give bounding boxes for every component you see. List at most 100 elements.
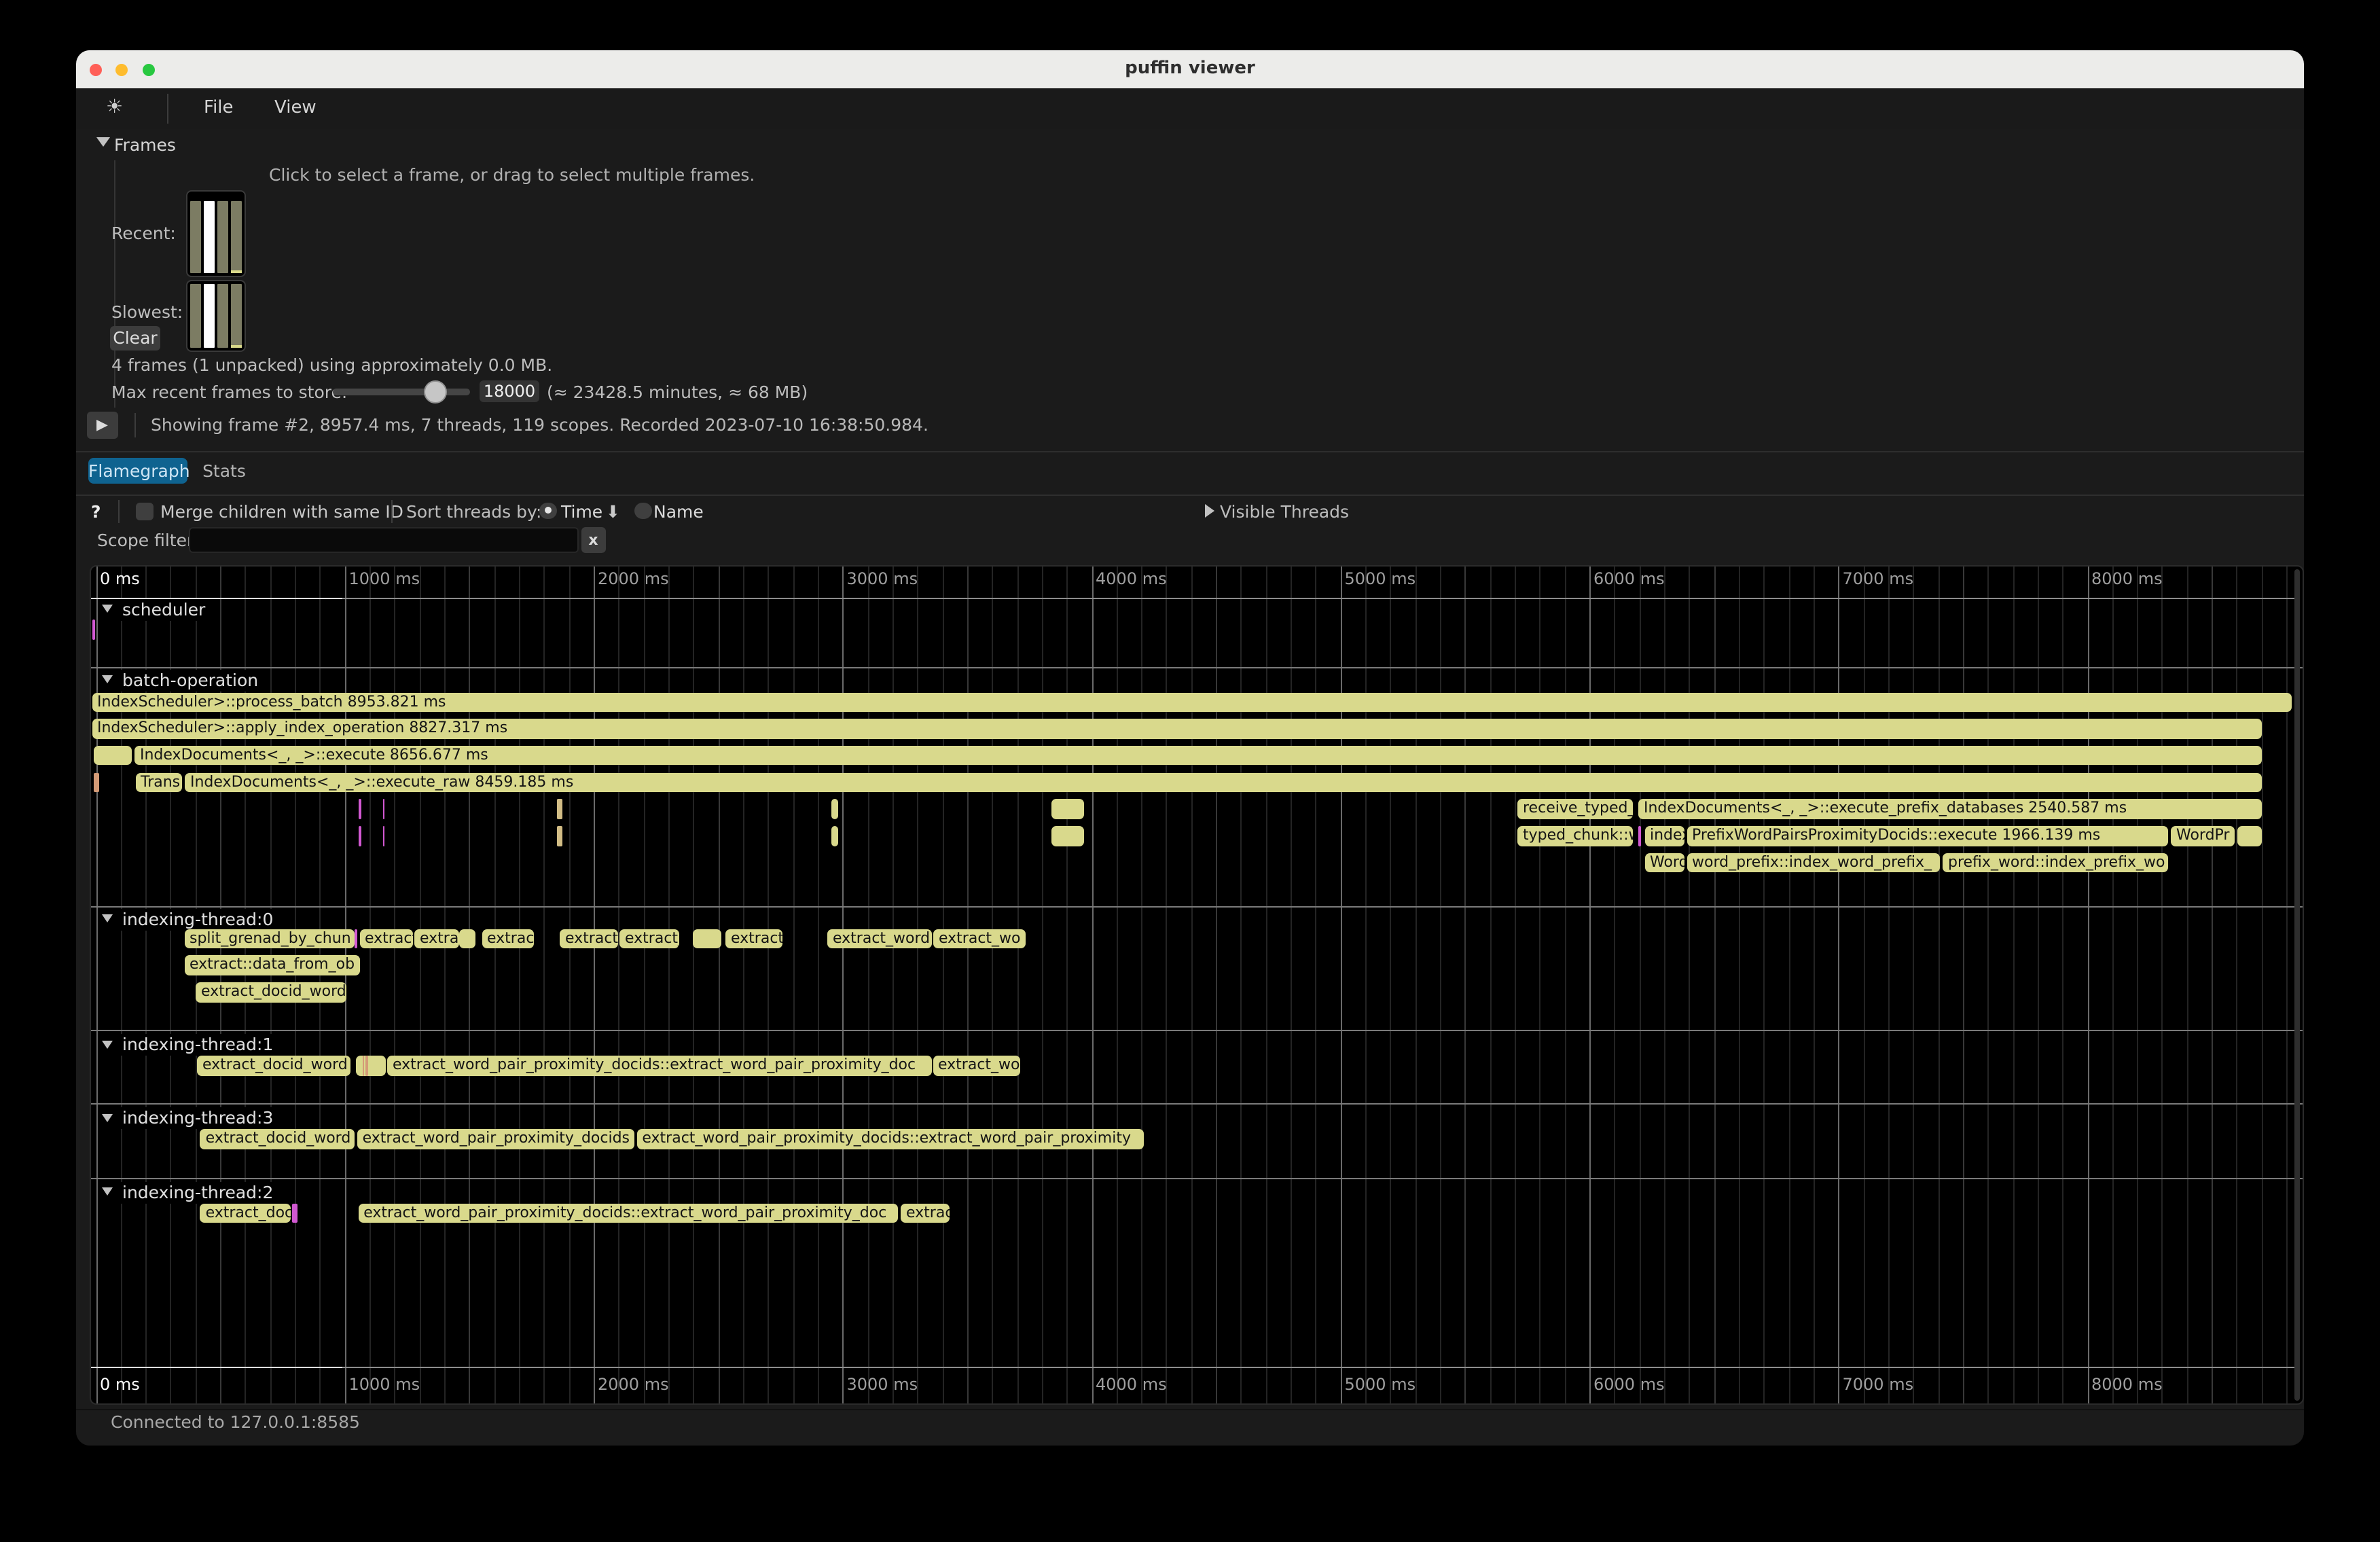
thread-header-scheduler[interactable]: scheduler xyxy=(102,598,213,620)
flame-span[interactable]: IndexDocuments<_, _>::execute_prefix_dat… xyxy=(1638,800,2261,819)
flame-span[interactable]: receive_typed_ xyxy=(1517,800,1633,819)
frame-thumbnail-bar xyxy=(190,200,201,272)
scrollbar[interactable] xyxy=(2294,569,2299,1400)
flame-span[interactable]: extract_ xyxy=(619,929,679,948)
flame-span[interactable]: typed_chunk::w xyxy=(1517,826,1633,846)
flame-span[interactable]: IndexScheduler>::process_batch 8953.821 … xyxy=(92,692,2292,712)
max-frames-slider-knob[interactable] xyxy=(423,380,447,404)
scope-filter-input[interactable] xyxy=(188,526,578,552)
flame-span[interactable]: extract_wo xyxy=(933,1056,1020,1075)
flame-span[interactable] xyxy=(1051,800,1084,819)
flame-span[interactable]: WordPr xyxy=(2171,826,2234,846)
flame-span[interactable] xyxy=(365,1056,368,1075)
thread-header-indexing-thread:1[interactable]: indexing-thread:1 xyxy=(102,1034,281,1056)
frame-thumbnail-bar xyxy=(217,283,228,348)
clear-filter-button[interactable]: x xyxy=(581,526,605,552)
flame-span[interactable]: Word xyxy=(1644,853,1684,872)
frames-header[interactable]: Frames xyxy=(114,135,176,155)
flame-span[interactable] xyxy=(458,929,475,948)
flame-span[interactable] xyxy=(355,929,357,948)
flame-span[interactable] xyxy=(693,929,721,948)
flame-span[interactable]: IndexDocuments<_, _>::execute_raw 8459.1… xyxy=(185,772,2262,792)
merge-children-label[interactable]: Merge children with same ID xyxy=(160,501,403,522)
flame-span[interactable]: extract_doc xyxy=(200,1203,291,1223)
flame-span[interactable]: index xyxy=(1644,826,1684,846)
flame-span[interactable] xyxy=(358,826,361,846)
flame-span[interactable]: extrac xyxy=(901,1203,949,1223)
frame-thumbnail-bar xyxy=(190,283,201,348)
flame-span[interactable]: extract_docid_word xyxy=(196,982,346,1002)
flame-span[interactable]: extrac xyxy=(482,929,534,948)
flame-span[interactable]: IndexScheduler>::apply_index_operation 8… xyxy=(92,719,2262,738)
play-button[interactable]: ▶ xyxy=(86,412,118,439)
flame-span[interactable] xyxy=(557,826,562,846)
gridline xyxy=(843,566,844,1403)
gridline xyxy=(1564,566,1566,1403)
flame-span[interactable]: PrefixWordPairsProximityDocids::execute … xyxy=(1687,826,2168,846)
flame-span[interactable]: extract xyxy=(359,929,413,948)
clear-button[interactable]: Clear xyxy=(110,326,160,351)
tab-flamegraph[interactable]: Flamegraph xyxy=(88,457,187,483)
max-frames-slider[interactable] xyxy=(332,388,470,395)
recent-frames-thumbnail[interactable] xyxy=(185,190,246,276)
thread-header-indexing-thread:2[interactable]: indexing-thread:2 xyxy=(102,1181,281,1203)
visible-threads-collapse-icon[interactable] xyxy=(1204,504,1214,518)
sort-desc-icon[interactable]: ⬇ xyxy=(606,501,620,522)
flame-span[interactable] xyxy=(356,1056,385,1075)
flame-span[interactable]: extract_ xyxy=(560,929,618,948)
flame-span[interactable] xyxy=(94,746,132,766)
flame-span[interactable] xyxy=(92,620,94,639)
flame-span[interactable]: extract_word_pair_proximity_docids::extr… xyxy=(387,1056,931,1075)
flame-span[interactable] xyxy=(382,800,384,819)
flame-span[interactable] xyxy=(1051,826,1084,846)
window-title: puffin viewer xyxy=(76,50,2304,88)
menu-file[interactable]: File xyxy=(204,98,234,118)
flame-span[interactable]: extract_wo xyxy=(933,929,1026,948)
frame-info-text: Showing frame #2, 8957.4 ms, 7 threads, … xyxy=(151,414,928,435)
flame-span[interactable] xyxy=(557,800,562,819)
flame-span[interactable]: extract_word_pair_proximity_docids xyxy=(357,1130,635,1149)
slowest-frames-thumbnail[interactable] xyxy=(185,279,246,352)
flame-span[interactable]: Trans xyxy=(135,772,181,792)
flame-span[interactable] xyxy=(292,1203,298,1223)
menu-view[interactable]: View xyxy=(274,98,317,118)
flame-span[interactable] xyxy=(831,826,838,846)
thread-header-indexing-thread:0[interactable]: indexing-thread:0 xyxy=(102,908,281,930)
flame-span[interactable]: extract_word_pair_proximity_docids::extr… xyxy=(358,1203,897,1223)
sort-time-radio[interactable] xyxy=(539,502,556,519)
flame-span[interactable]: IndexDocuments<_, _>::execute 8656.677 m… xyxy=(134,746,2262,766)
flame-span[interactable]: split_grenad_by_chun xyxy=(184,929,355,948)
sort-name-label[interactable]: Name xyxy=(653,501,704,522)
flame-span[interactable] xyxy=(358,800,361,819)
help-button[interactable]: ? xyxy=(91,501,101,522)
visible-threads-header[interactable]: Visible Threads xyxy=(1220,501,1349,522)
theme-sun-icon[interactable]: ☀ xyxy=(106,96,123,118)
gridline xyxy=(2237,566,2238,1403)
max-frames-value[interactable]: 18000 xyxy=(480,380,539,402)
flame-span[interactable] xyxy=(382,826,384,846)
flame-span[interactable]: extra xyxy=(414,929,458,948)
tab-stats[interactable]: Stats xyxy=(202,457,246,483)
merge-children-checkbox[interactable] xyxy=(136,502,154,520)
flame-span[interactable] xyxy=(362,1056,364,1075)
flame-span[interactable]: word_prefix::index_word_prefix_ xyxy=(1687,853,1940,872)
frames-collapse-icon[interactable] xyxy=(96,137,110,147)
flame-span[interactable]: prefix_word::index_prefix_wo xyxy=(1943,853,2168,872)
sort-name-radio[interactable] xyxy=(634,502,651,519)
flame-span[interactable] xyxy=(1638,826,1640,846)
flame-span[interactable] xyxy=(831,800,838,819)
flame-span[interactable]: extract_word xyxy=(827,929,932,948)
thread-header-indexing-thread:3[interactable]: indexing-thread:3 xyxy=(102,1107,281,1129)
flame-span[interactable] xyxy=(94,772,98,792)
thread-header-batch-operation[interactable]: batch-operation xyxy=(102,669,266,691)
flame-span[interactable]: extract xyxy=(725,929,782,948)
sort-time-label[interactable]: Time xyxy=(561,501,602,522)
gridline xyxy=(2062,566,2063,1403)
flamegraph-canvas[interactable]: 0 ms1000 ms2000 ms3000 ms4000 ms5000 ms6… xyxy=(90,564,2304,1404)
flame-span[interactable]: extract_word_pair_proximity_docids::extr… xyxy=(636,1130,1144,1149)
flame-span[interactable]: extract_docid_word xyxy=(200,1130,355,1149)
flame-span[interactable]: extract_docid_word xyxy=(197,1056,350,1075)
flame-span[interactable] xyxy=(2237,826,2262,846)
flame-span[interactable]: extract::data_from_ob xyxy=(184,956,359,975)
title-bar[interactable]: puffin viewer xyxy=(76,50,2304,90)
